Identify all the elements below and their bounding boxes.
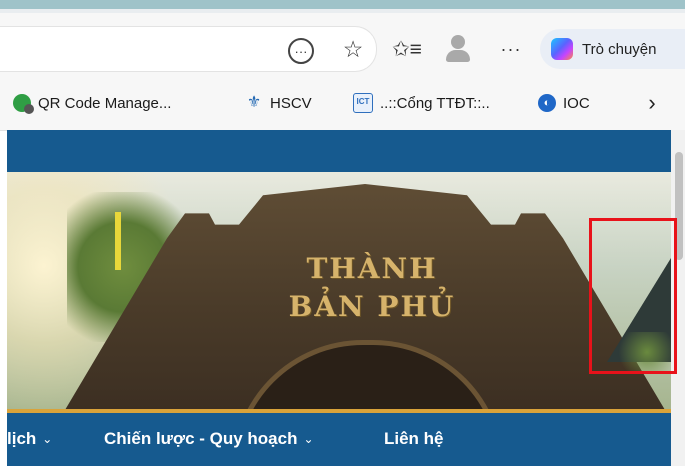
favorite-label: IOC	[563, 94, 590, 112]
favorite-label: QR Code Manage...	[38, 94, 172, 112]
window-top-accent	[0, 0, 685, 9]
qr-code-manager-icon	[13, 94, 34, 114]
ict-icon: ICT	[353, 93, 373, 113]
nav-item-lien-he[interactable]: Liên hệ	[384, 426, 444, 452]
chevron-down-icon: ⌄	[42, 432, 53, 446]
chevron-down-icon: ⌄	[303, 432, 314, 446]
nav-item-chien-luoc-quy-hoach[interactable]: Chiến lược - Quy hoạch ⌄	[104, 426, 314, 452]
gate-inscription: THÀNH BẢN PHỦ	[262, 250, 482, 326]
nav-item-label: lịch	[7, 429, 37, 448]
favorite-qr-code-manager[interactable]: QR Code Manage...	[13, 90, 171, 116]
ioc-icon: ◐	[538, 94, 556, 112]
hero-banner-image: THÀNH BẢN PHỦ	[7, 172, 671, 410]
nav-item-label: Chiến lược - Quy hoạch	[104, 429, 298, 448]
flag	[115, 212, 121, 270]
favorite-ioc[interactable]: ◐ IOC	[538, 90, 590, 116]
copilot-label: Trò chuyện	[582, 40, 657, 58]
favorites-list-icon[interactable]: ✩≡	[390, 34, 424, 64]
hscv-icon: ⚜	[246, 94, 262, 111]
chevron-right-icon[interactable]: ›	[642, 90, 662, 116]
red-highlight-box	[589, 218, 677, 374]
favorite-label: HSCV	[270, 94, 312, 112]
favorite-cong-ttdt[interactable]: ICT ..::Cổng TTĐT::..	[353, 90, 490, 116]
profile-avatar-icon[interactable]	[446, 35, 470, 63]
copilot-button[interactable]: Trò chuyện	[540, 29, 685, 69]
site-header-bar	[7, 130, 671, 172]
copilot-icon	[551, 38, 573, 60]
more-icon[interactable]: ···	[494, 34, 528, 64]
gate-inscription-line1: THÀNH	[306, 252, 438, 285]
more-circle-icon[interactable]: ···	[288, 38, 314, 64]
nav-item-label: Liên hệ	[384, 429, 444, 448]
favorite-hscv[interactable]: ⚜ HSCV	[245, 90, 312, 116]
address-bar[interactable]	[0, 26, 377, 72]
favorite-label: ..::Cổng TTĐT::..	[380, 94, 490, 112]
nav-item-lich[interactable]: lịch ⌄	[7, 426, 52, 452]
gate-inscription-line2: BẢN PHỦ	[288, 290, 456, 323]
star-icon[interactable]: ☆	[338, 34, 368, 64]
